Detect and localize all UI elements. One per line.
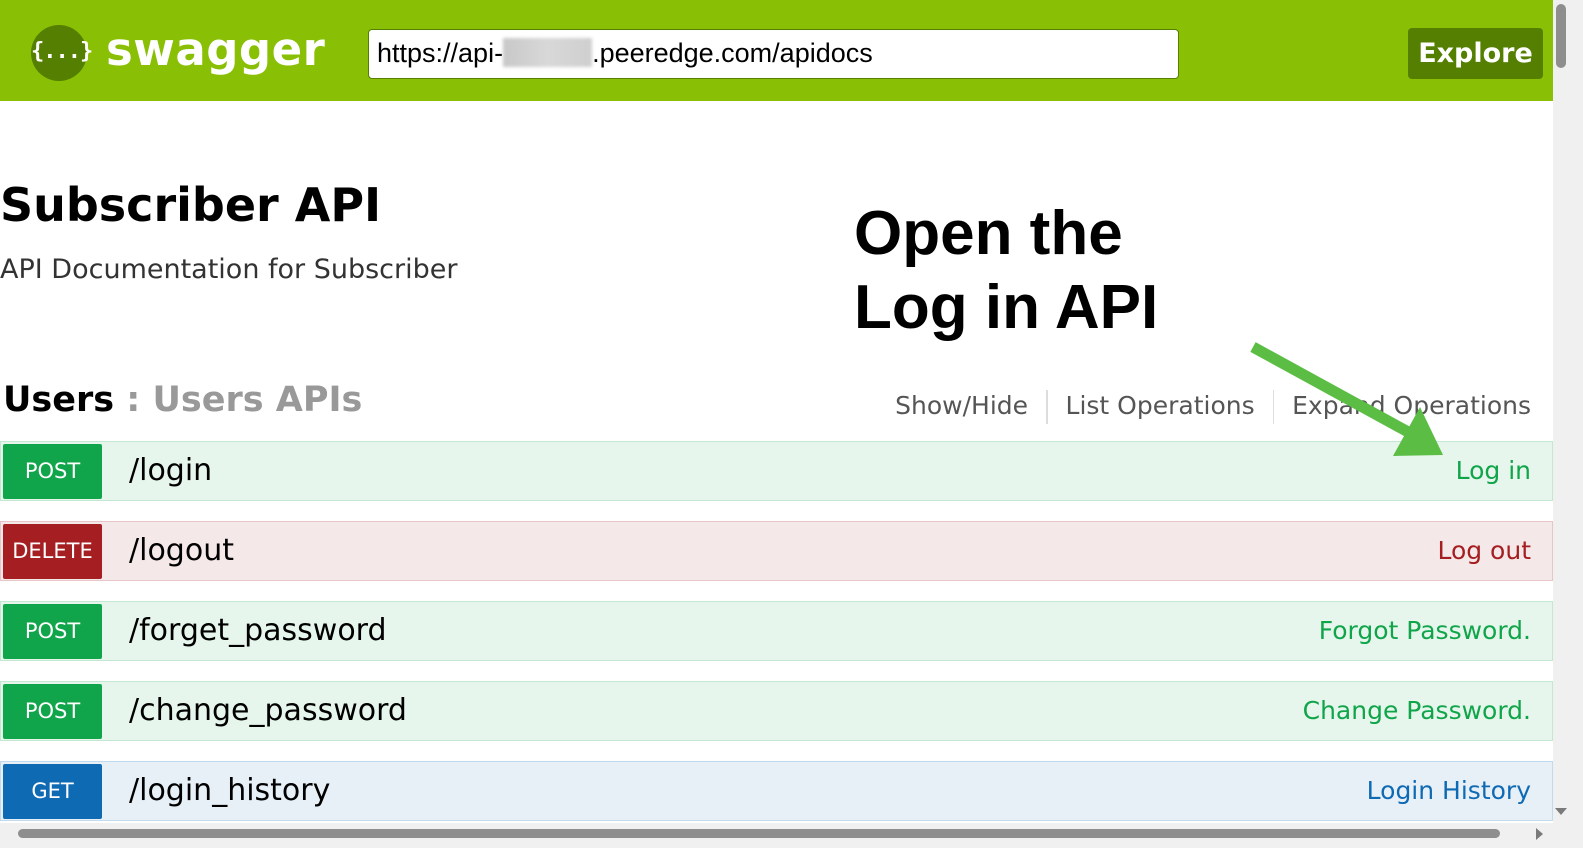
operation-summary[interactable]: Log in xyxy=(1456,442,1531,499)
operation-forget-password[interactable]: POST /forget_password Forgot Password. xyxy=(0,601,1553,661)
operation-summary[interactable]: Log out xyxy=(1437,522,1531,579)
explore-button[interactable]: Explore xyxy=(1408,28,1543,79)
vertical-scrollbar[interactable] xyxy=(1553,0,1583,848)
operation-path[interactable]: /login_history xyxy=(129,762,330,819)
api-title: Subscriber API xyxy=(0,178,382,232)
swagger-header: {...} swagger https://api- .peeredge.com/… xyxy=(0,0,1553,101)
url-prefix: https://api- xyxy=(377,38,504,68)
list-operations-link[interactable]: List Operations xyxy=(1048,388,1273,424)
resource-heading[interactable]: Users : Users APIs xyxy=(3,378,362,422)
annotation-text: Open the Log in API xyxy=(854,197,1158,345)
operation-change-password[interactable]: POST /change_password Change Password. xyxy=(0,681,1553,741)
operation-logout[interactable]: DELETE /logout Log out xyxy=(0,521,1553,581)
brand-name[interactable]: swagger xyxy=(106,22,325,78)
method-badge[interactable]: POST xyxy=(3,444,102,499)
swagger-logo-icon[interactable]: {...} xyxy=(31,25,93,81)
operation-path[interactable]: /change_password xyxy=(129,682,407,739)
operation-path[interactable]: /logout xyxy=(129,522,234,579)
operation-summary[interactable]: Forgot Password. xyxy=(1319,602,1531,659)
operation-path[interactable]: /forget_password xyxy=(129,602,387,659)
method-badge[interactable]: GET xyxy=(3,764,102,819)
operation-login[interactable]: POST /login Log in xyxy=(0,441,1553,501)
horizontal-scrollbar-thumb[interactable] xyxy=(18,829,1500,838)
annotation-line: Log in API xyxy=(854,273,1159,342)
resource-name[interactable]: Users xyxy=(3,380,114,420)
method-badge[interactable]: POST xyxy=(3,684,102,739)
logo-glyph: {...} xyxy=(31,39,93,64)
operation-summary[interactable]: Login History xyxy=(1367,762,1531,819)
show-hide-link[interactable]: Show/Hide xyxy=(877,388,1046,424)
resource-description: Users APIs xyxy=(152,380,363,420)
api-description: API Documentation for Subscriber xyxy=(0,254,458,285)
operation-path[interactable]: /login xyxy=(129,442,212,499)
operation-summary[interactable]: Change Password. xyxy=(1303,682,1531,739)
resource-separator: : xyxy=(114,380,153,420)
operation-login-history[interactable]: GET /login_history Login History xyxy=(0,761,1553,821)
annotation-line: Open the xyxy=(854,199,1123,268)
resource-actions: Show/Hide List Operations Expand Operation… xyxy=(877,388,1531,424)
expand-operations-link[interactable]: Expand Operations xyxy=(1274,388,1531,424)
api-url-input[interactable]: https://api- .peeredge.com/apidocs xyxy=(368,29,1179,79)
method-badge[interactable]: POST xyxy=(3,604,102,659)
method-badge[interactable]: DELETE xyxy=(3,524,102,579)
scroll-down-arrow-icon[interactable] xyxy=(1555,808,1567,815)
vertical-scrollbar-thumb[interactable] xyxy=(1556,4,1566,68)
redacted-blur xyxy=(503,38,593,68)
scroll-right-arrow-icon[interactable] xyxy=(1536,828,1543,840)
url-suffix: .peeredge.com/apidocs xyxy=(592,38,873,68)
